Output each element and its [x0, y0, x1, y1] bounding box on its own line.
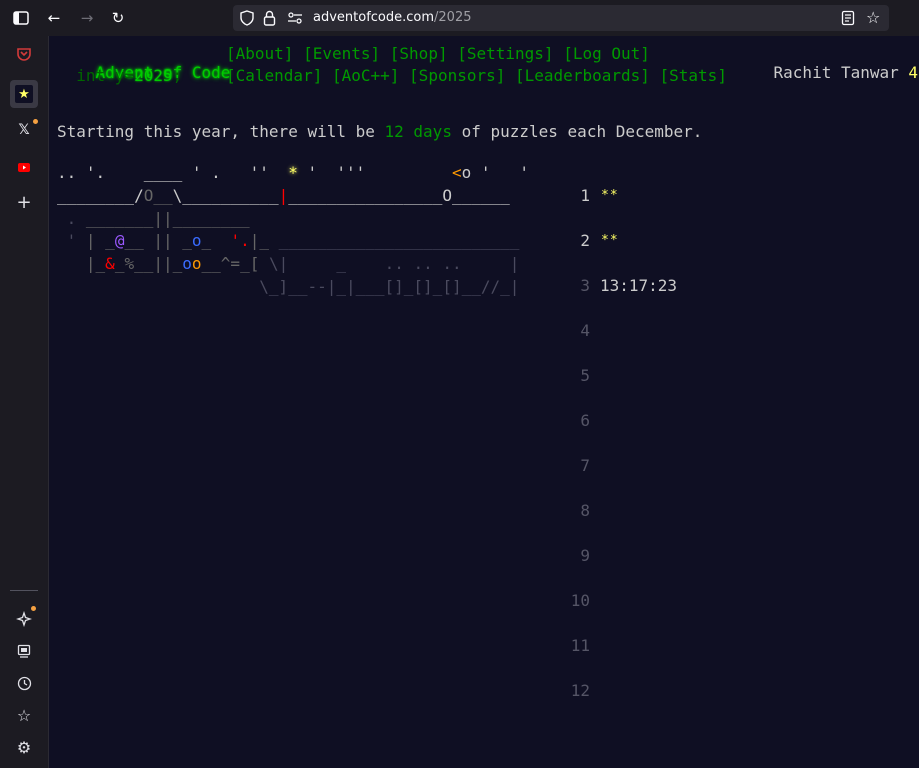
- day-11-number: 11: [570, 636, 590, 655]
- nav-settings[interactable]: [Settings]: [457, 44, 553, 63]
- reload-icon[interactable]: ↻: [106, 6, 130, 30]
- bookmark-star-icon[interactable]: ☆: [866, 8, 880, 27]
- url-bar[interactable]: adventofcode.com/2025 ☆: [233, 5, 889, 31]
- reader-view-icon[interactable]: [841, 10, 855, 30]
- nav-leaderboards[interactable]: [Leaderboards]: [515, 66, 650, 85]
- art-line-2[interactable]: ________/O__\__________|________________…: [57, 185, 510, 208]
- shield-icon[interactable]: [240, 10, 254, 30]
- bookmarks-star-icon[interactable]: ☆: [10, 701, 38, 729]
- nav-calendar[interactable]: [Calendar]: [226, 66, 322, 85]
- intro-after: of puzzles each December.: [451, 122, 703, 141]
- year-suffix: ;: [172, 66, 183, 85]
- day-8-number: 8: [580, 501, 590, 520]
- browser-sidebar: ★ 𝕏 + ☆ ⚙: [0, 36, 49, 768]
- nav-primary: [About] [Events] [Shop] [Settings] [Log …: [226, 44, 650, 63]
- notification-dot-icon: [33, 119, 38, 124]
- nav-sponsors[interactable]: [Sponsors]: [409, 66, 505, 85]
- sidebar-toggle-icon[interactable]: [9, 6, 33, 30]
- sidebar-divider: [10, 590, 38, 591]
- day-2-number[interactable]: 2: [556, 231, 590, 250]
- day-5-number: 5: [580, 366, 590, 385]
- url-host: adventofcode.com: [313, 10, 435, 25]
- day-10-number: 10: [570, 591, 590, 610]
- youtube-icon[interactable]: [10, 153, 38, 181]
- day-1-number[interactable]: 1: [556, 186, 590, 205]
- year-link[interactable]: 2025: [134, 66, 173, 85]
- year-display: int y=2025;: [57, 66, 182, 85]
- art-line-5[interactable]: |_&_%__||_oo__^=_[ \| _ .. .. .. |: [57, 253, 520, 276]
- nav-aocplusplus[interactable]: [AoC++]: [332, 66, 399, 85]
- day-7-number: 7: [580, 456, 590, 475]
- nav-logout[interactable]: [Log Out]: [563, 44, 650, 63]
- nav-secondary: [Calendar] [AoC++] [Sponsors] [Leaderboa…: [226, 66, 727, 85]
- back-arrow-icon[interactable]: ←: [42, 6, 66, 30]
- synced-tabs-icon[interactable]: [10, 637, 38, 665]
- user-star-count: 4*: [908, 63, 919, 82]
- user-name: Rachit Tanwar: [773, 63, 899, 82]
- browser-toolbar: ← → ↻ adventofcode.com/2025 ☆: [0, 0, 919, 36]
- intro-text: Starting this year, there will be 12 day…: [57, 122, 702, 141]
- day-1-stars: **: [601, 188, 619, 203]
- settings-gear-icon[interactable]: ⚙: [10, 733, 38, 761]
- nav-about[interactable]: [About]: [226, 44, 293, 63]
- day-9-number: 9: [580, 546, 590, 565]
- history-clock-icon[interactable]: [10, 669, 38, 697]
- advent-of-code-tab-icon[interactable]: ★: [10, 80, 38, 108]
- nav-stats[interactable]: [Stats]: [660, 66, 727, 85]
- pocket-icon[interactable]: [10, 40, 38, 68]
- ai-notification-dot-icon: [31, 606, 36, 611]
- intro-highlight: 12 days: [384, 122, 452, 141]
- nav-shop[interactable]: [Shop]: [390, 44, 448, 63]
- nav-events[interactable]: [Events]: [303, 44, 380, 63]
- url-text[interactable]: adventofcode.com/2025: [313, 10, 472, 25]
- intro-before: Starting this year, there will be: [57, 122, 385, 141]
- day-2-stars: **: [601, 233, 619, 248]
- art-line-3[interactable]: . _______||________: [57, 208, 250, 231]
- day-3-countdown: 13:17:23: [600, 276, 678, 295]
- forward-arrow-icon[interactable]: →: [75, 6, 99, 30]
- lock-icon[interactable]: [263, 10, 276, 30]
- day-6-number: 6: [580, 411, 590, 430]
- art-line-1: .. '. ____ ' . '' * ' ''' <o ' ': [57, 163, 530, 182]
- add-panel-icon[interactable]: +: [10, 188, 38, 216]
- day-4-number: 4: [580, 321, 590, 340]
- art-line-4[interactable]: ' | _@__ || _o_ '.|_ ___________________…: [57, 230, 520, 253]
- art-line-6[interactable]: \_]__--|_|___[]_[]_[]__//_|: [57, 276, 519, 299]
- day-12-number: 12: [570, 681, 590, 700]
- year-prefix: int y=: [76, 66, 135, 85]
- day-3-number: 3: [580, 276, 590, 295]
- url-path: /2025: [434, 10, 472, 25]
- site-permissions-icon[interactable]: [287, 11, 303, 29]
